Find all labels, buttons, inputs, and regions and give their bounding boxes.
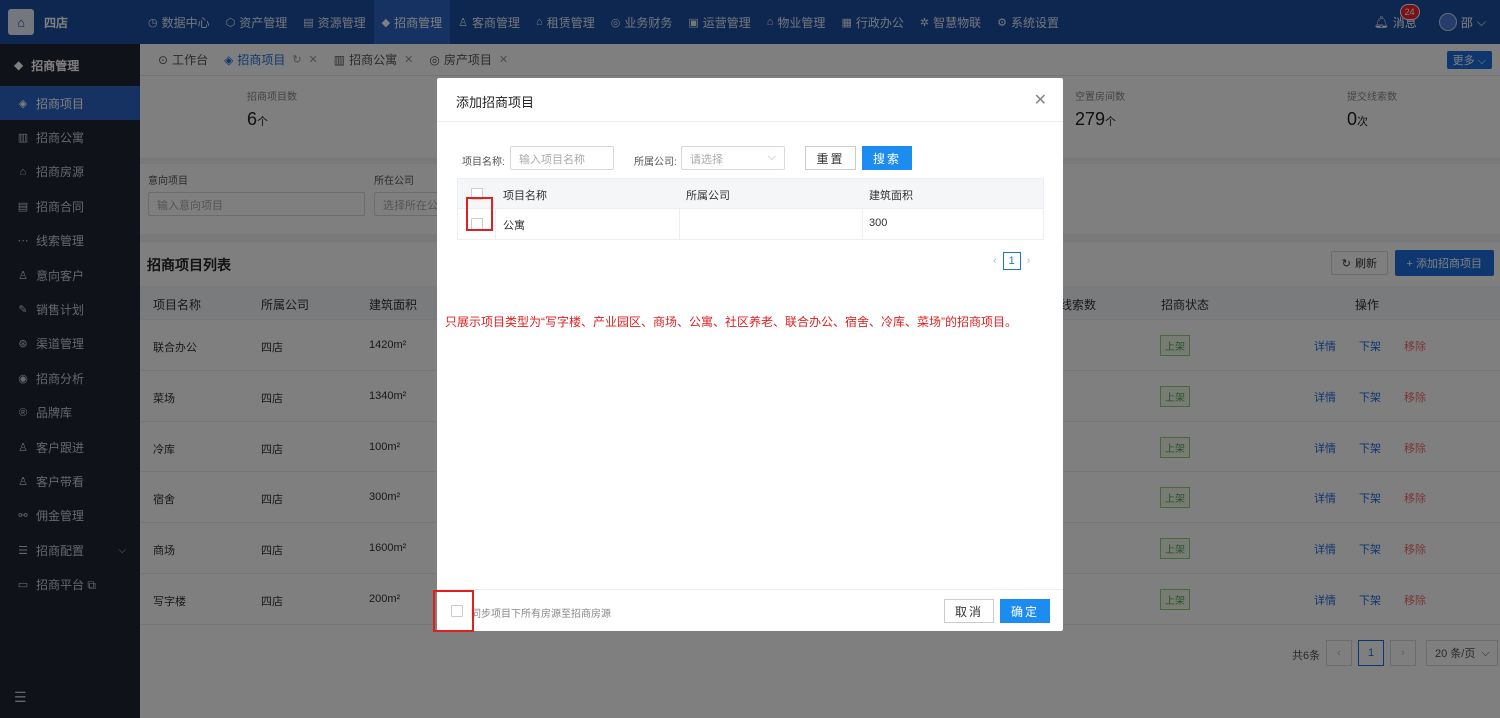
close-icon[interactable]: ✕ <box>1034 90 1047 110</box>
cell-area: 300 <box>869 217 888 229</box>
search-button[interactable]: 搜索 <box>862 146 912 170</box>
dialog-title: 添加招商项目 <box>456 95 535 110</box>
project-type-note: 只展示项目类型为“写字楼、产业园区、商场、公寓、社区养老、联合办公、宿舍、冷库、… <box>445 315 1017 329</box>
cancel-button[interactable]: 取消 <box>944 599 994 623</box>
annotation-box <box>466 197 493 231</box>
sync-rooms-label: 同步项目下所有房源至招商房源 <box>471 609 611 620</box>
confirm-button[interactable]: 确定 <box>1000 599 1050 623</box>
project-name-input[interactable]: 输入项目名称 <box>510 146 614 170</box>
cell-name: 公寓 <box>503 220 525 232</box>
column-header: 项目名称 <box>503 190 547 202</box>
project-name-label: 项目名称: <box>462 157 505 168</box>
company-select[interactable]: 请选择 ⌵ <box>681 146 785 170</box>
table-row[interactable]: 公寓 300 <box>458 209 1043 239</box>
dialog-project-table: 项目名称 所属公司 建筑面积 公寓 300 <box>457 178 1044 240</box>
table-header: 项目名称 所属公司 建筑面积 <box>458 179 1043 209</box>
next-page-button[interactable]: › <box>1027 255 1031 267</box>
dialog-footer: 同步项目下所有房源至招商房源 取消 确定 <box>437 589 1063 631</box>
dialog-pagination: ‹ 1 › <box>993 252 1030 270</box>
dialog-header: 添加招商项目 ✕ <box>437 78 1063 122</box>
annotation-box <box>433 590 474 632</box>
company-label: 所属公司: <box>634 157 677 168</box>
page-number-button[interactable]: 1 <box>1002 252 1021 270</box>
column-header: 建筑面积 <box>869 190 913 202</box>
chevron-down-icon: ⌵ <box>767 151 776 163</box>
reset-button[interactable]: 重置 <box>805 146 856 170</box>
add-project-dialog: 添加招商项目 ✕ 项目名称: 输入项目名称 所属公司: 请选择 ⌵ 重置 搜索 项… <box>437 78 1063 631</box>
column-header: 所属公司 <box>686 190 730 202</box>
prev-page-button[interactable]: ‹ <box>993 255 997 267</box>
